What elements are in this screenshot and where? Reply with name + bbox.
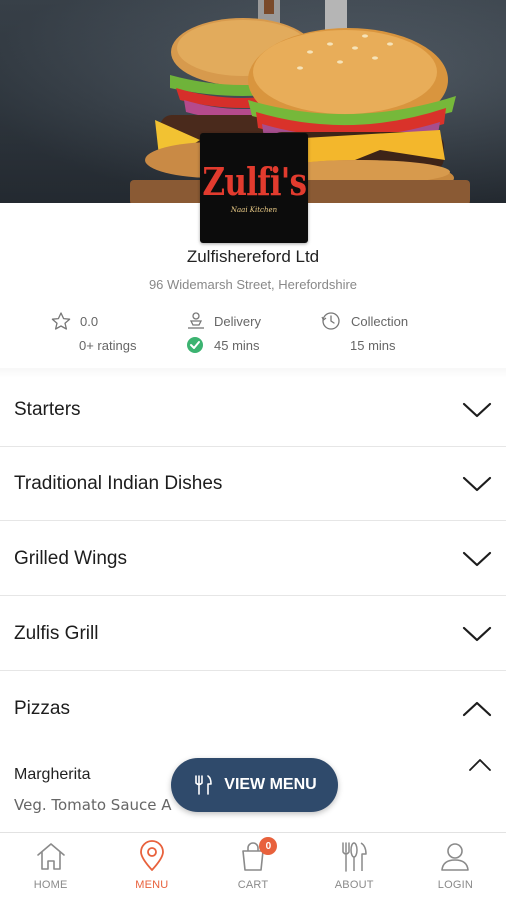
tab-label: HOME <box>33 879 68 891</box>
check-circle-icon <box>185 335 207 355</box>
view-menu-label: VIEW MENU <box>224 776 317 793</box>
restaurant-name: Zulfishereford Ltd <box>186 247 320 266</box>
logo-subtext: Naai Kitchen <box>230 206 278 214</box>
clock-icon <box>320 311 342 331</box>
rating-stat: 0.0 0+ ratings <box>50 311 136 355</box>
item-description: Veg. Tomato Sauce A <box>14 796 172 814</box>
star-icon <box>50 311 72 331</box>
collection-label: Collection <box>351 313 409 329</box>
chevron-down-icon <box>462 402 492 417</box>
category-starters[interactable]: Starters <box>0 373 506 447</box>
view-menu-button[interactable]: VIEW MENU <box>171 758 338 812</box>
category-label: Grilled Wings <box>14 547 127 569</box>
chevron-down-icon <box>462 626 492 641</box>
location-pin-icon <box>139 840 164 871</box>
user-icon <box>441 843 470 871</box>
restaurant-logo: Zulfi's Naai Kitchen <box>200 133 308 243</box>
collection-stat: Collection 15 mins <box>320 311 408 355</box>
delivery-time: 45 mins <box>214 337 260 353</box>
chevron-down-icon <box>462 476 492 491</box>
delivery-label: Delivery <box>214 313 261 329</box>
tab-label: ABOUT <box>334 879 374 891</box>
ratings-count: 0+ ratings <box>79 337 137 353</box>
tab-label: CART <box>237 879 269 891</box>
tab-label: LOGIN <box>437 879 474 891</box>
logo-text: Zulfi's <box>202 159 307 204</box>
chevron-down-icon <box>462 551 492 566</box>
chevron-up-icon <box>462 701 492 717</box>
bottom-navigation: HOME MENU 0 CART ABOUT LOGIN <box>0 832 506 900</box>
category-grilled-wings[interactable]: Grilled Wings <box>0 522 506 596</box>
restaurant-address: 96 Widemarsh Street, Herefordshire <box>148 277 358 292</box>
tab-about[interactable]: ABOUT <box>304 833 405 900</box>
tab-home[interactable]: HOME <box>0 833 101 900</box>
category-pizzas[interactable]: Pizzas <box>0 672 506 746</box>
collection-time: 15 mins <box>350 337 396 353</box>
chevron-up-icon[interactable] <box>468 757 492 773</box>
category-traditional-indian-dishes[interactable]: Traditional Indian Dishes <box>0 447 506 521</box>
cart-count-badge: 0 <box>259 837 278 855</box>
delivery-stat: Delivery 45 mins <box>185 311 261 355</box>
tab-login[interactable]: LOGIN <box>405 833 506 900</box>
category-label: Starters <box>14 398 81 420</box>
item-name: Margherita <box>14 766 91 783</box>
cutlery-icon <box>195 775 213 795</box>
rating-value: 0.0 <box>80 313 99 329</box>
tab-cart[interactable]: 0 CART <box>202 833 303 900</box>
cutlery-icon <box>342 842 367 872</box>
category-label: Zulfis Grill <box>14 622 99 644</box>
tab-menu[interactable]: MENU <box>101 833 202 900</box>
home-icon <box>36 843 65 870</box>
category-label: Traditional Indian Dishes <box>14 472 223 494</box>
category-zulfis-grill[interactable]: Zulfis Grill <box>0 597 506 671</box>
delivery-icon <box>185 311 207 331</box>
tab-label: MENU <box>135 879 169 891</box>
category-label: Pizzas <box>14 698 70 719</box>
